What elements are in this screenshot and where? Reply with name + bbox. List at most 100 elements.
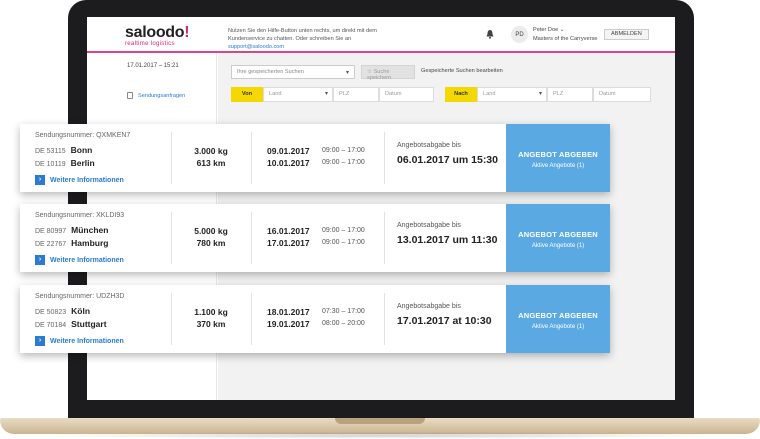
pickup-date: 18.01.2017: [267, 307, 310, 317]
divider: [384, 212, 385, 264]
laptop-shadow: [30, 432, 730, 439]
weight: 5.000 kg: [194, 226, 228, 236]
support-email-link[interactable]: support@saloodo.com: [228, 44, 284, 50]
filter-from-tag: Von: [231, 87, 263, 102]
origin-city: München: [71, 225, 109, 235]
to-date-input[interactable]: Datum: [593, 87, 651, 102]
saved-searches-placeholder: Ihre gespeicherten Suchen: [237, 69, 304, 75]
delivery-date: 10.01.2017: [267, 158, 310, 168]
sidebar-item-label: Sendungsanfragen: [138, 92, 186, 99]
origin: DE 53115 Bonn: [35, 145, 92, 155]
delivery-date: 17.01.2017: [267, 238, 310, 248]
divider: [251, 293, 252, 345]
filter-to: Nach Land ▾ PLZ Datum: [445, 87, 651, 102]
notification-bell-icon[interactable]: [485, 29, 495, 39]
deadline-label: Angebotsabgabe bis: [397, 142, 461, 149]
pickup-date: 09.01.2017: [267, 146, 310, 156]
active-offers: Aktive Angebote (1): [531, 163, 585, 169]
more-info-label: Weitere Informationen: [50, 256, 124, 264]
divider: [384, 293, 385, 345]
more-info-link[interactable]: › Weitere Informationen: [35, 336, 124, 346]
destination: DE 10119 Berlin: [35, 158, 95, 168]
caret-down-icon: ▾: [345, 70, 349, 76]
save-search-button[interactable]: ☆ Suche speichern: [361, 65, 415, 81]
more-info-link[interactable]: › Weitere Informationen: [35, 175, 124, 185]
submit-offer-label: ANGEBOT ABGEBEN: [518, 150, 598, 159]
destination-zip: DE 70184: [35, 322, 67, 329]
destination-zip: DE 22767: [35, 241, 67, 248]
user-name-text: Peter Doe: [533, 27, 559, 33]
edit-saved-searches-link[interactable]: Gespeicherte Suchen bearbeiten: [421, 68, 503, 74]
sidebar-item-shipment-requests[interactable]: Sendungsanfragen: [127, 92, 185, 99]
weight: 1.100 kg: [194, 307, 228, 317]
pickup-time: 09:00 – 17:00: [322, 227, 365, 234]
logout-button[interactable]: ABMELDEN: [604, 29, 649, 40]
submit-offer-button[interactable]: ANGEBOT ABGEBEN Aktive Angebote (1): [506, 124, 610, 192]
delivery-time: 09:00 – 17:00: [322, 159, 365, 166]
shipment-card: Sendungsnummer: UDZH3D DE 50823 Köln DE 7…: [20, 285, 610, 353]
logo[interactable]: saloodo! realtime logistics: [125, 24, 190, 47]
more-info-label: Weitere Informationen: [50, 176, 124, 184]
filter-to-tag: Nach: [445, 87, 477, 102]
divider: [251, 212, 252, 264]
chevron-right-icon: ›: [35, 255, 45, 265]
from-zip-input[interactable]: PLZ: [333, 87, 379, 102]
logo-wordmark: saloodo!: [125, 24, 190, 42]
divider: [251, 132, 252, 184]
shipment-number: Sendungsnummer: UDZH3D: [35, 293, 125, 300]
origin: DE 50823 Köln: [35, 306, 90, 316]
origin: DE 80997 München: [35, 225, 108, 235]
caret-down-icon: ▾: [324, 91, 328, 97]
shipment-number: Sendungsnummer: XKLDI93: [35, 212, 125, 219]
more-info-link[interactable]: › Weitere Informationen: [35, 255, 124, 265]
origin-zip: DE 80997: [35, 228, 67, 235]
to-country-placeholder: Land: [483, 91, 496, 97]
from-date-input[interactable]: Datum: [379, 87, 434, 102]
chevron-right-icon: ›: [35, 336, 45, 346]
filter-from: Von Land ▾ PLZ Datum: [231, 87, 434, 102]
distance: 370 km: [196, 319, 226, 329]
deadline-label: Angebotsabgabe bis: [397, 222, 461, 229]
origin-zip: DE 50823: [35, 309, 67, 316]
document-icon: [127, 92, 133, 99]
shipment-card: Sendungsnummer: XKLDI93 DE 80997 München …: [20, 204, 610, 272]
chevron-right-icon: ›: [35, 175, 45, 185]
destination: DE 70184 Stuttgart: [35, 319, 107, 329]
user-company: Masters of the Carryverse: [533, 36, 598, 42]
submit-offer-button[interactable]: ANGEBOT ABGEBEN Aktive Angebote (1): [506, 285, 610, 353]
app-header: saloodo! realtime logistics Nutzen Sie d…: [87, 17, 675, 53]
to-country-select[interactable]: Land ▾: [477, 87, 547, 102]
deadline: 17.01.2017 at 10:30: [397, 315, 492, 327]
caret-down-icon: ▾: [538, 91, 542, 97]
more-info-label: Weitere Informationen: [50, 337, 124, 345]
pickup-date: 16.01.2017: [267, 226, 310, 236]
delivery-date: 19.01.2017: [267, 319, 310, 329]
laptop-notch: [335, 418, 425, 424]
submit-offer-label: ANGEBOT ABGEBEN: [518, 230, 598, 239]
saved-searches-select[interactable]: Ihre gespeicherten Suchen ▾: [231, 65, 355, 79]
deadline: 13.01.2017 um 11:30: [397, 234, 498, 246]
distance: 780 km: [196, 238, 226, 248]
origin-city: Bonn: [70, 145, 93, 155]
to-zip-input[interactable]: PLZ: [547, 87, 593, 102]
delivery-time: 08:00 – 20:00: [322, 320, 365, 327]
help-text: Nutzen Sie den Hilfe-Button unten rechts…: [228, 27, 408, 51]
pickup-time: 07:30 – 17:00: [322, 308, 365, 315]
submit-offer-label: ANGEBOT ABGEBEN: [518, 311, 598, 320]
from-country-select[interactable]: Land ▾: [263, 87, 333, 102]
submit-offer-button[interactable]: ANGEBOT ABGEBEN Aktive Angebote (1): [506, 204, 610, 272]
user-name[interactable]: Peter Doe ⌄: [533, 27, 564, 33]
shipment-number: Sendungsnummer: QXMKEN7: [35, 132, 131, 139]
chevron-down-icon: ⌄: [559, 27, 565, 33]
logo-dot: !: [184, 24, 190, 41]
deadline: 06.01.2017 um 15:30: [397, 154, 498, 166]
origin-zip: DE 53115: [35, 148, 66, 155]
destination: DE 22767 Hamburg: [35, 238, 108, 248]
pickup-time: 09:00 – 17:00: [322, 147, 365, 154]
current-date: 17.01.2017 – 15:21: [127, 63, 179, 69]
delivery-time: 09:00 – 17:00: [322, 239, 365, 246]
distance: 613 km: [196, 158, 226, 168]
shipment-card: Sendungsnummer: QXMKEN7 DE 53115 Bonn DE …: [20, 124, 610, 192]
help-message: Nutzen Sie den Hilfe-Button unten rechts…: [228, 28, 377, 42]
avatar[interactable]: PD: [511, 26, 528, 43]
